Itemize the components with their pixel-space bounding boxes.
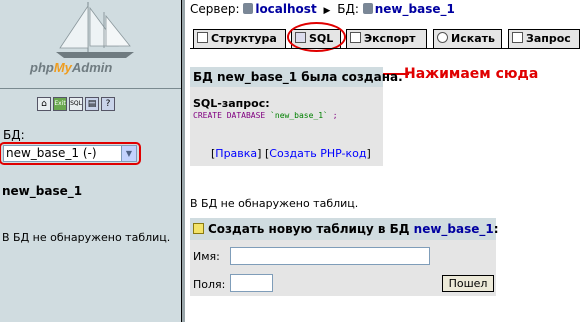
new-table-icon [193, 223, 204, 234]
fields-label: Поля: [193, 278, 226, 291]
help-icon[interactable]: ? [101, 97, 115, 111]
query-icon [512, 32, 523, 43]
db-label: БД: [3, 128, 25, 142]
sql-query-code: CREATE DATABASE `new_base_1` ; [193, 111, 338, 120]
breadcrumb: Сервер: localhost ▶ БД: new_base_1 [190, 2, 455, 16]
sidebar-db-name[interactable]: new_base_1 [2, 184, 82, 198]
tab-export[interactable]: Экспорт [346, 29, 427, 48]
sailboat-icon [56, 2, 134, 58]
highlight-ring [0, 142, 141, 165]
tab-structure-label: Структура [211, 32, 277, 45]
table-name-input[interactable] [230, 247, 430, 265]
export-icon [350, 32, 361, 43]
create-table-db-name: new_base_1 [413, 222, 494, 236]
server-icon [243, 3, 254, 14]
create-table-title-text: Создать новую таблицу в БД [208, 222, 410, 236]
exit-icon[interactable]: Exit [53, 97, 67, 111]
success-message: БД new_base_1 была создана. SQL-запрос: … [190, 67, 403, 166]
database-icon [362, 3, 373, 14]
tab-structure[interactable]: Структура [193, 29, 286, 48]
message-title: БД new_base_1 была создана. [190, 67, 403, 87]
tabs-underline [190, 48, 580, 49]
docs-icon[interactable]: ▤ [85, 97, 99, 111]
frame-resize-handle[interactable] [182, 0, 185, 322]
sql-terminator: ; [327, 111, 338, 120]
tab-query[interactable]: Запрос [508, 29, 580, 48]
create-table-title: Создать новую таблицу в БД new_base_1: [190, 218, 499, 240]
quick-links: ⌂ Exit SQL ▤ ? [37, 97, 115, 111]
message-links: [Правка] [Создать PHP-код] [211, 147, 371, 160]
go-button[interactable]: Пошел [442, 275, 494, 292]
sql-query-label: SQL-запрос: [193, 97, 270, 110]
tab-export-label: Экспорт [364, 32, 416, 45]
db-breadcrumb-label: БД: [337, 2, 359, 16]
divider [0, 88, 181, 89]
db-link[interactable]: new_base_1 [375, 2, 455, 16]
tab-search[interactable]: Искать [433, 29, 502, 48]
tab-search-label: Искать [451, 32, 495, 45]
sql-identifier: `new_base_1` [270, 111, 328, 120]
create-php-link[interactable]: Создать PHP-код [269, 147, 366, 160]
no-tables-text: В БД не обнаружено таблиц. [190, 197, 359, 210]
table-name-label: Имя: [193, 250, 220, 263]
server-link[interactable]: localhost [255, 2, 316, 16]
server-label: Сервер: [190, 2, 240, 16]
navigation-frame: phpMyAdmin ⌂ Exit SQL ▤ ? БД: new_base_1… [0, 0, 181, 322]
home-icon[interactable]: ⌂ [37, 97, 51, 111]
logo-text: phpMyAdmin [30, 60, 113, 75]
search-icon [437, 32, 448, 43]
fields-count-input[interactable] [230, 274, 273, 292]
annotation-text: Нажимаем сюда [404, 66, 539, 82]
edit-link[interactable]: Правка [215, 147, 257, 160]
phpmyadmin-logo[interactable]: phpMyAdmin [0, 0, 181, 84]
arrow-right-icon: ▶ [323, 6, 331, 16]
sql-icon[interactable]: SQL [69, 97, 83, 111]
tab-query-label: Запрос [526, 32, 571, 45]
structure-icon [197, 32, 208, 43]
sidebar-no-tables-text: В БД не обнаружено таблиц. [2, 231, 171, 244]
sql-keyword: CREATE DATABASE [193, 111, 266, 120]
create-table-form: Создать новую таблицу в БД new_base_1: И… [190, 218, 499, 296]
